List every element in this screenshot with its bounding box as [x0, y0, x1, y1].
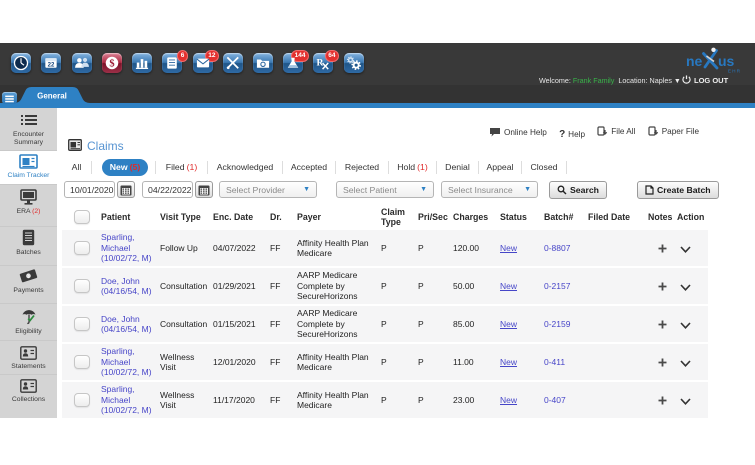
svg-text:$: $	[109, 59, 114, 70]
svg-text:22: 22	[48, 61, 55, 68]
svg-text:us: us	[718, 53, 735, 69]
svg-text:General: General	[37, 92, 67, 101]
svg-text:ne: ne	[686, 53, 703, 69]
svg-text:E H R: E H R	[728, 69, 741, 74]
svg-text:$: $	[27, 274, 30, 280]
